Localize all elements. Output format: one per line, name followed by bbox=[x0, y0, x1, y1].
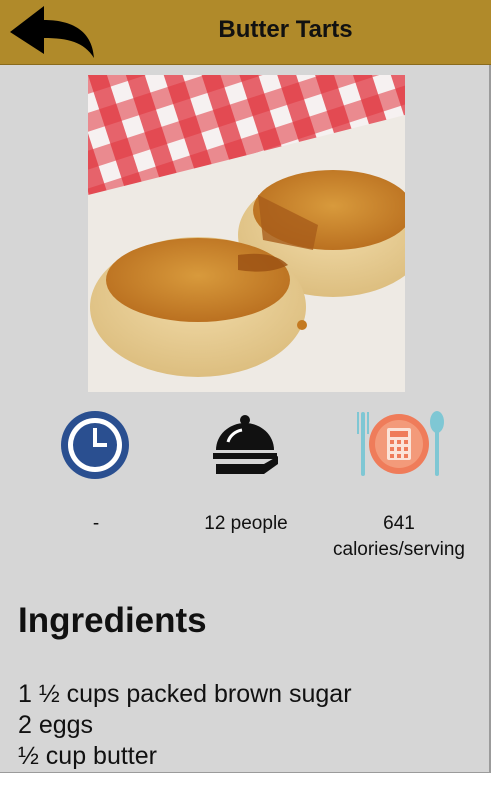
page-title: Butter Tarts bbox=[218, 16, 353, 43]
serving-cloche-icon bbox=[213, 415, 278, 474]
app-header: Butter Tarts bbox=[0, 0, 491, 65]
list-item: 2 eggs bbox=[18, 711, 94, 739]
servings-item bbox=[208, 408, 282, 482]
calories-number: 641 bbox=[383, 513, 415, 534]
calculator-plate-icon bbox=[357, 411, 444, 476]
servings-value: 12 people bbox=[204, 513, 288, 534]
calories-value: 641 calories/serving bbox=[314, 511, 484, 563]
ingredients-list: 1 ½ cups packed brown sugar 2 eggs ½ cup… bbox=[18, 679, 352, 772]
clock-icon bbox=[61, 411, 129, 479]
list-item: ½ cup butter bbox=[18, 742, 157, 770]
list-item: 1 ½ cups packed brown sugar bbox=[18, 680, 352, 708]
recipe-photo bbox=[88, 75, 405, 392]
recipe-panel: - 12 people 641 calories/serving Ingredi… bbox=[0, 65, 491, 773]
calories-item bbox=[355, 408, 444, 482]
ingredients-heading: Ingredients bbox=[18, 601, 207, 640]
calories-unit: calories/serving bbox=[333, 539, 465, 560]
time-value: - bbox=[92, 513, 100, 534]
time-item bbox=[58, 408, 132, 482]
